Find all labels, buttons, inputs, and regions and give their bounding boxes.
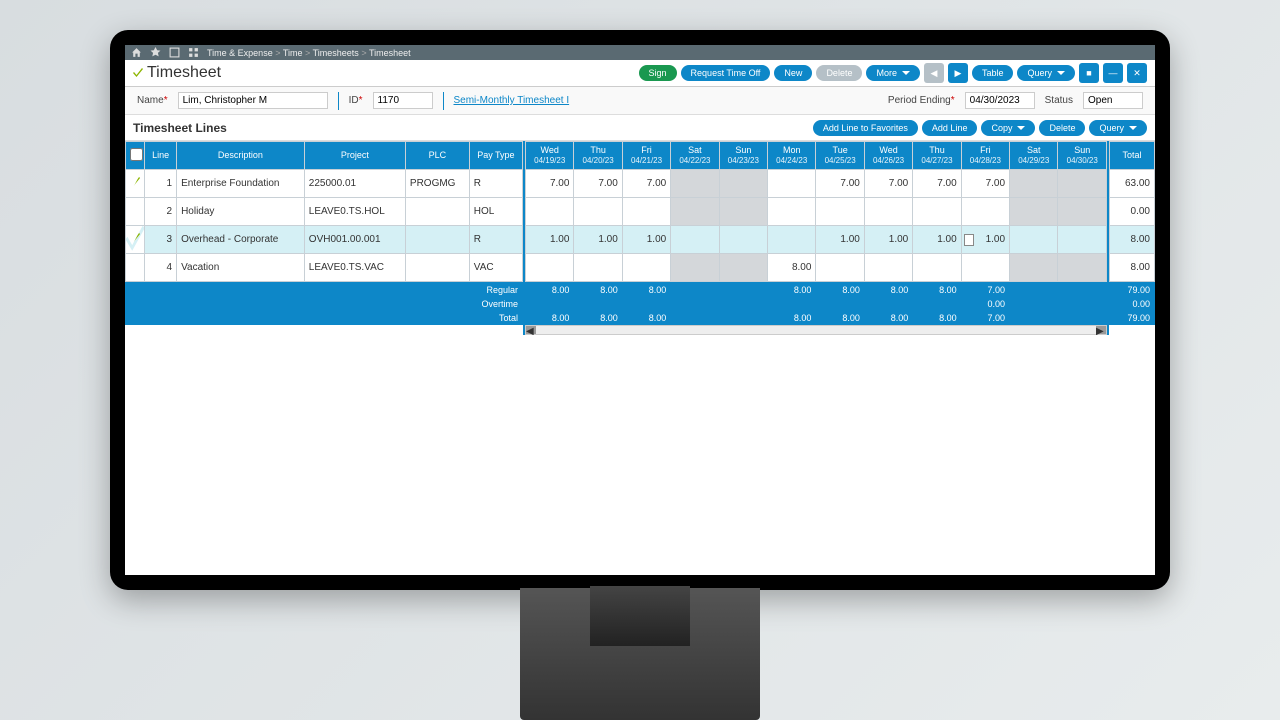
table-row[interactable] — [526, 198, 1107, 226]
home-icon[interactable] — [131, 47, 142, 58]
schedule-link[interactable]: Semi-Monthly Timesheet I — [454, 95, 570, 106]
id-field[interactable] — [373, 92, 433, 109]
window-icon[interactable] — [169, 47, 180, 58]
new-button[interactable]: New — [774, 65, 812, 81]
chevron-down-icon — [1017, 126, 1025, 130]
table-row[interactable]: 1Enterprise Foundation225000.01PROGMGR — [126, 170, 523, 198]
table-row[interactable]: 1.001.001.001.001.001.001.00 — [526, 226, 1107, 254]
star-icon[interactable] — [150, 47, 161, 58]
chevron-down-icon — [1057, 71, 1065, 75]
id-label: ID* — [349, 95, 363, 106]
delete-line-button[interactable]: Delete — [1039, 120, 1085, 136]
breadcrumb[interactable]: Time & Expense > Time > Timesheets > Tim… — [207, 48, 411, 58]
table-row[interactable]: 8.00 — [526, 254, 1107, 282]
prev-button[interactable]: ◀ — [924, 63, 944, 83]
horizontal-scrollbar[interactable]: ◀▶ — [525, 325, 1107, 335]
period-label: Period Ending* — [888, 95, 955, 106]
page-title: Timesheet — [147, 64, 635, 82]
add-line-button[interactable]: Add Line — [922, 120, 978, 136]
minimize-icon[interactable]: — — [1103, 63, 1123, 83]
grid-icon[interactable] — [188, 47, 199, 58]
check-icon — [133, 68, 143, 78]
table-button[interactable]: Table — [972, 65, 1014, 81]
next-button[interactable]: ▶ — [948, 63, 968, 83]
query-button[interactable]: Query — [1017, 65, 1075, 81]
period-field[interactable] — [965, 92, 1035, 109]
request-time-off-button[interactable]: Request Time Off — [681, 65, 771, 81]
delete-button: Delete — [816, 65, 862, 81]
lines-header: Timesheet Lines Add Line to Favorites Ad… — [125, 115, 1155, 141]
lines-title: Timesheet Lines — [133, 121, 809, 135]
more-button[interactable]: More — [866, 65, 920, 81]
table-row[interactable]: 7.007.007.007.007.007.007.00 — [526, 170, 1107, 198]
table-row[interactable]: 3Overhead - CorporateOVH001.00.001R — [126, 226, 523, 254]
page-header: Timesheet Sign Request Time Off New Dele… — [125, 60, 1155, 87]
chevron-down-icon — [902, 71, 910, 75]
name-label: Name* — [137, 95, 168, 106]
stop-icon[interactable]: ■ — [1079, 63, 1099, 83]
info-bar: Name* ID* Semi-Monthly Timesheet I Perio… — [125, 87, 1155, 115]
select-all-checkbox[interactable] — [130, 148, 143, 161]
table-row[interactable]: 4VacationLEAVE0.TS.VACVAC — [126, 254, 523, 282]
top-nav-bar: Time & Expense > Time > Timesheets > Tim… — [125, 45, 1155, 60]
close-icon[interactable]: ✕ — [1127, 63, 1147, 83]
timesheet-grid[interactable]: LineDescriptionProjectPLCPay Type1Enterp… — [125, 141, 1155, 335]
chevron-down-icon — [1129, 126, 1137, 130]
status-label: Status — [1045, 95, 1073, 106]
add-line-favorites-button[interactable]: Add Line to Favorites — [813, 120, 918, 136]
sign-button[interactable]: Sign — [639, 65, 677, 81]
status-field[interactable] — [1083, 92, 1143, 109]
query-lines-button[interactable]: Query — [1089, 120, 1147, 136]
copy-button[interactable]: Copy — [981, 120, 1035, 136]
table-row[interactable]: 2HolidayLEAVE0.TS.HOLHOL — [126, 198, 523, 226]
name-field[interactable] — [178, 92, 328, 109]
